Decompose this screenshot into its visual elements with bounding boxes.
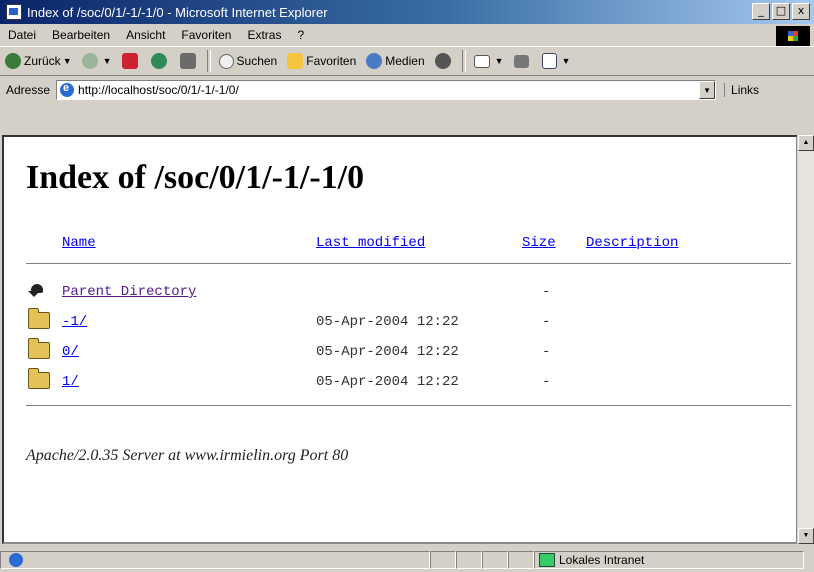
media-icon [366,53,383,69]
forward-button[interactable]: ▼ [77,49,117,73]
media-label: Medien [385,54,425,68]
close-button[interactable]: x [792,3,810,20]
row-size: - [542,374,551,390]
row-date: 05-Apr-2004 12:22 [316,344,459,360]
stop-button[interactable] [117,49,146,73]
address-input[interactable]: http://localhost/soc/0/1/-1/-1/0/ ▼ [56,80,717,100]
zone-label: Lokales Intranet [559,553,645,567]
windows-logo-icon [776,26,810,46]
column-header-name[interactable]: Name [62,235,96,251]
mail-icon [473,54,490,68]
chevron-down-icon[interactable]: ▼ [103,56,112,66]
chevron-down-icon[interactable]: ▼ [562,56,571,66]
directory-link[interactable]: 1/ [62,374,79,390]
column-header-last-modified[interactable]: Last modified [316,235,425,251]
back-arrow-icon [5,53,21,69]
back-arrow-icon [28,282,48,298]
row-size: - [542,284,551,300]
scroll-down-button[interactable]: ▼ [798,528,814,544]
search-label: Suchen [236,54,278,68]
address-bar: Adresse http://localhost/soc/0/1/-1/-1/0… [0,77,814,103]
menu-ansicht[interactable]: Ansicht [118,28,173,42]
vertical-scrollbar[interactable]: ▲ ▼ [797,135,814,544]
history-button[interactable] [430,49,459,73]
header-divider [26,263,791,264]
favorites-icon [287,53,304,69]
row-date: 05-Apr-2004 12:22 [316,374,459,390]
menu-datei[interactable]: Datei [0,28,44,42]
favorites-label: Favoriten [306,54,357,68]
menu-bearbeiten[interactable]: Bearbeiten [44,28,118,42]
parent-directory-link[interactable]: Parent Directory [62,284,196,300]
back-label: Zurück [24,54,61,68]
search-icon [218,53,234,69]
intranet-zone-icon [539,553,555,567]
page-done-icon [9,553,23,567]
status-message [0,551,430,569]
page-content: Index of /soc/0/1/-1/-1/0 Name Last modi… [2,135,798,544]
table-row: Parent Directory - [4,279,794,307]
mail-button[interactable]: ▼ [469,49,509,73]
stop-icon [121,53,138,69]
status-cell [508,551,534,569]
forward-arrow-icon [81,53,98,69]
back-button[interactable]: Zurück ▼ [0,49,77,73]
table-row: 0/ 05-Apr-2004 12:22 - [4,338,794,367]
server-signature: Apache/2.0.35 Server at www.irmielin.org… [26,447,349,464]
title-bar: Index of /soc/0/1/-1/-1/0 - Microsoft In… [0,0,814,24]
address-dropdown-button[interactable]: ▼ [699,81,716,99]
page-title: Index of /soc/0/1/-1/-1/0 [26,159,365,196]
home-button[interactable] [175,49,204,73]
menu-extras[interactable]: Extras [239,28,289,42]
standard-toolbar: Zurück ▼ ▼ Suchen Favoriten Medien ▼ ▼ [0,46,814,76]
status-bar: Lokales Intranet [0,548,814,572]
edit-button[interactable]: ▼ [537,49,576,73]
status-cell [456,551,482,569]
folder-icon [28,308,50,329]
menu-favoriten[interactable]: Favoriten [173,28,239,42]
ie-page-icon [6,4,22,20]
folder-icon [28,338,50,359]
window-controls: _ □ x [752,3,810,20]
chevron-down-icon[interactable]: ▼ [495,56,504,66]
chevron-down-icon[interactable]: ▼ [63,56,72,66]
refresh-icon [150,53,167,69]
column-header-size[interactable]: Size [522,235,556,251]
directory-link[interactable]: 0/ [62,344,79,360]
window-title: Index of /soc/0/1/-1/-1/0 - Microsoft In… [27,4,328,20]
history-icon [434,53,451,69]
search-button[interactable]: Suchen [214,49,283,73]
address-label: Adresse [6,83,51,97]
toolbar-separator [206,50,211,72]
status-cell [482,551,508,569]
toolbar-separator [461,50,466,72]
status-cell [430,551,456,569]
favorites-button[interactable]: Favoriten [282,49,361,73]
footer-divider [26,405,791,406]
ie-page-icon [60,82,75,97]
home-icon [179,53,196,69]
folder-icon [28,368,50,389]
address-value[interactable]: http://localhost/soc/0/1/-1/-1/0/ [78,83,239,97]
maximize-button[interactable]: □ [772,3,790,20]
security-zone: Lokales Intranet [534,551,804,569]
menu-help[interactable]: ? [289,28,312,42]
column-header-description[interactable]: Description [586,235,678,251]
scroll-up-button[interactable]: ▲ [798,135,814,151]
media-button[interactable]: Medien [361,49,429,73]
row-size: - [542,314,551,330]
print-button[interactable] [509,49,537,73]
minimize-button[interactable]: _ [752,3,770,20]
table-row: 1/ 05-Apr-2004 12:22 - [4,368,794,397]
print-icon [513,54,529,68]
directory-link[interactable]: -1/ [62,314,87,330]
refresh-button[interactable] [146,49,175,73]
row-size: - [542,344,551,360]
row-date: 05-Apr-2004 12:22 [316,314,459,330]
table-row: -1/ 05-Apr-2004 12:22 - [4,308,794,337]
edit-icon [541,53,557,69]
menu-bar: Datei Bearbeiten Ansicht Favoriten Extra… [0,24,814,46]
links-toolbar[interactable]: Links [724,83,759,97]
